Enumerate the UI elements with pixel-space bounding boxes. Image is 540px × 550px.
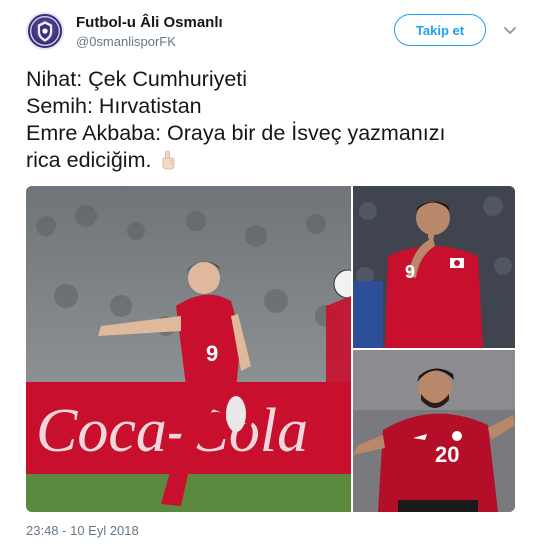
shirt-number: 9 (405, 262, 415, 282)
photo-bottom-right[interactable]: 20 (353, 350, 515, 512)
tweet-line: Emre Akbaba: Oraya bir de İsveç yazmanız… (26, 121, 446, 145)
ad-banner-text: Coca-Cola (36, 397, 308, 465)
tweet-line-last: rica ediciğim. (26, 147, 520, 174)
shirt-number: 20 (435, 442, 459, 467)
tweet-line: Nihat: Çek Cumhuriyeti (26, 67, 248, 91)
tweet-text: Nihat: Çek Cumhuriyeti Semih: Hırvatista… (26, 66, 520, 174)
tweet-line: Semih: Hırvatistan (26, 94, 202, 118)
photo-main[interactable]: Coca-Cola 9 (26, 186, 351, 512)
club-crest-icon (30, 16, 60, 46)
follow-button[interactable]: Takip et (394, 14, 486, 46)
avatar[interactable] (26, 12, 64, 50)
tweet-card: Futbol-u Âli Osmanlı @0smanlisporFK Taki… (0, 0, 540, 550)
shirt-number: 9 (206, 341, 218, 366)
photo-top-right[interactable]: 9 (353, 186, 515, 348)
chevron-down-icon[interactable] (502, 22, 518, 38)
user-handle[interactable]: @0smanlisporFK (76, 33, 223, 50)
tweet-line: rica ediciğim. (26, 148, 152, 172)
player-celebration-photo: 20 (353, 350, 515, 512)
display-name[interactable]: Futbol-u Âli Osmanlı (76, 13, 223, 32)
account-names: Futbol-u Âli Osmanlı @0smanlisporFK (76, 13, 223, 50)
index-pointing-up-emoji-icon (163, 150, 175, 170)
player-shooting-photo: Coca-Cola 9 (26, 186, 351, 512)
player-shush-photo: 9 (353, 186, 515, 348)
tweet-header: Futbol-u Âli Osmanlı @0smanlisporFK Taki… (26, 12, 520, 52)
media-grid: Coca-Cola 9 9 20 (26, 186, 515, 512)
tweet-timestamp[interactable]: 23:48 - 10 Eyl 2018 (26, 523, 139, 538)
